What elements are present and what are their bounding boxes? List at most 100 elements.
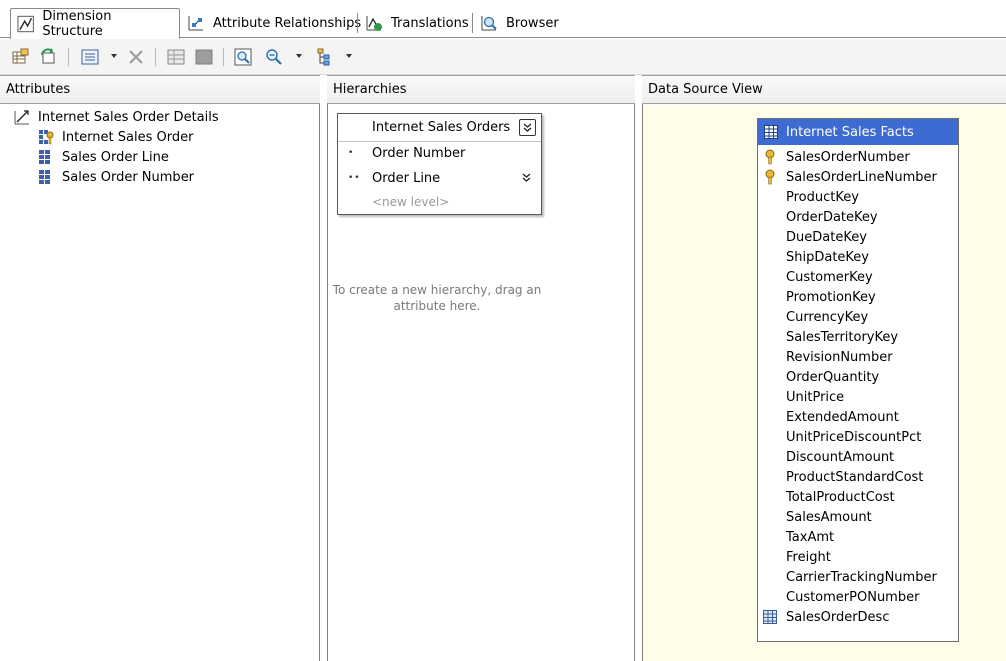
table-column[interactable]: CarrierTrackingNumber	[758, 567, 937, 587]
column-icon-spacer	[763, 409, 777, 425]
column-icon-spacer	[763, 489, 777, 505]
attribute-item[interactable]: Sales Order Line	[38, 147, 169, 167]
refresh-icon	[41, 48, 55, 64]
column-icon-spacer	[763, 529, 777, 545]
table-column[interactable]: DueDateKey	[758, 227, 867, 247]
table-column[interactable]: CurrencyKey	[758, 307, 868, 327]
attribute-tree-root-label: Internet Sales Order Details	[38, 109, 219, 125]
column-name: CurrencyKey	[786, 309, 869, 325]
tab-dimension-structure[interactable]: Dimension Structure	[10, 8, 180, 39]
level-label: Order Number	[372, 145, 466, 161]
table-column[interactable]: OrderQuantity	[758, 367, 879, 387]
column-name: SalesAmount	[786, 509, 872, 525]
table-header[interactable]: Internet Sales Facts	[758, 119, 958, 145]
designer-toolbar	[0, 39, 1006, 75]
zoom-dropdown-icon[interactable]	[296, 54, 302, 58]
table-column[interactable]: ProductKey	[758, 187, 859, 207]
table-column[interactable]: Freight	[758, 547, 831, 567]
collapse-chevron-icon	[523, 123, 532, 132]
tab-label: Browser	[506, 15, 559, 31]
arrange-icon	[317, 48, 330, 66]
column-name: PromotionKey	[786, 289, 876, 305]
attribute-label: Sales Order Line	[62, 149, 169, 165]
attribute-item[interactable]: Internet Sales Order	[38, 127, 193, 147]
attribute-item[interactable]: Sales Order Number	[38, 167, 194, 187]
calculated-column-icon	[763, 610, 777, 624]
table-column[interactable]: TotalProductCost	[758, 487, 895, 507]
column-icon-spacer	[763, 289, 777, 305]
dimension-icon	[14, 110, 29, 125]
table-column[interactable]: PromotionKey	[758, 287, 876, 307]
level-dots: ••	[348, 173, 361, 183]
add-table-button[interactable]	[9, 46, 31, 68]
zoom-fit-icon	[234, 48, 252, 66]
column-name: SalesTerritoryKey	[786, 329, 899, 345]
table-icon	[764, 125, 778, 139]
table-column[interactable]: RevisionNumber	[758, 347, 893, 367]
column-icon-spacer	[763, 429, 777, 445]
zoom-button[interactable]	[263, 46, 285, 68]
pane-header: Data Source View	[642, 75, 1006, 104]
column-icon-spacer	[763, 309, 777, 325]
column-name: CarrierTrackingNumber	[786, 569, 937, 585]
hierarchy-level[interactable]: • Order Number	[338, 142, 541, 164]
level-dots: •	[348, 148, 355, 158]
tab-browser[interactable]: Browser	[474, 8, 567, 38]
column-icon-spacer	[763, 569, 777, 585]
key-attribute-icon	[39, 130, 54, 145]
show-grid-button[interactable]	[165, 46, 187, 68]
tab-label: Translations	[391, 15, 469, 31]
hierarchy-title[interactable]: Internet Sales Orders	[372, 120, 510, 135]
table-column[interactable]: SalesOrderNumber	[758, 147, 910, 167]
delete-button[interactable]	[125, 46, 147, 68]
table-column[interactable]: DiscountAmount	[758, 447, 894, 467]
expand-chevron-icon[interactable]	[521, 172, 532, 183]
table-column[interactable]: ShipDateKey	[758, 247, 869, 267]
column-name: DueDateKey	[786, 229, 867, 245]
attribute-tree-root[interactable]: Internet Sales Order Details	[14, 107, 219, 127]
hierarchy-level[interactable]: •• Order Line	[338, 167, 541, 189]
add-table-icon	[12, 48, 29, 64]
tab-attribute-relationships[interactable]: Attribute Relationships	[181, 8, 369, 38]
view-options-button[interactable]	[79, 46, 101, 68]
level-label: Order Line	[372, 170, 441, 186]
stop-icon	[195, 49, 213, 65]
show-grid-icon	[167, 49, 185, 65]
new-level-placeholder[interactable]: <new level>	[338, 191, 541, 213]
new-hierarchy-hint: To create a new hierarchy, drag an attri…	[332, 283, 542, 313]
table-column[interactable]: CustomerPONumber	[758, 587, 919, 607]
table-column[interactable]: OrderDateKey	[758, 207, 878, 227]
table-column[interactable]: SalesAmount	[758, 507, 872, 527]
arrange-tables-button[interactable]	[313, 46, 335, 68]
dsv-table[interactable]: Internet Sales Facts SalesOrderNumber Sal…	[757, 118, 959, 642]
table-column[interactable]: UnitPriceDiscountPct	[758, 427, 921, 447]
table-column[interactable]: SalesTerritoryKey	[758, 327, 898, 347]
view-options-dropdown-icon[interactable]	[111, 54, 117, 58]
attribute-relationships-icon	[188, 16, 203, 31]
stop-button[interactable]	[193, 46, 215, 68]
collapse-button[interactable]	[519, 119, 536, 136]
column-icon-spacer	[763, 209, 777, 225]
refresh-button[interactable]	[37, 46, 59, 68]
column-name: OrderQuantity	[786, 369, 880, 385]
tab-translations[interactable]: Translations	[359, 8, 477, 38]
arrange-dropdown-icon[interactable]	[346, 54, 352, 58]
table-column[interactable]: ExtendedAmount	[758, 407, 899, 427]
hierarchy-box[interactable]: Internet Sales Orders • Order Number •• …	[337, 113, 542, 215]
delete-icon	[129, 50, 143, 64]
column-icon-spacer	[763, 509, 777, 525]
zoom-fit-button[interactable]	[232, 46, 254, 68]
column-name: CustomerPONumber	[786, 589, 920, 605]
table-column[interactable]: UnitPrice	[758, 387, 844, 407]
table-column[interactable]: SalesOrderLineNumber	[758, 167, 937, 187]
key-icon	[765, 149, 775, 165]
table-column[interactable]: ProductStandardCost	[758, 467, 923, 487]
table-column[interactable]: SalesOrderDesc	[758, 607, 889, 627]
table-column[interactable]: TaxAmt	[758, 527, 834, 547]
column-name: ProductStandardCost	[786, 469, 924, 485]
column-icon-spacer	[763, 249, 777, 265]
key-icon	[765, 169, 775, 185]
column-name: OrderDateKey	[786, 209, 878, 225]
table-column[interactable]: CustomerKey	[758, 267, 873, 287]
column-name: SalesOrderNumber	[786, 149, 910, 165]
